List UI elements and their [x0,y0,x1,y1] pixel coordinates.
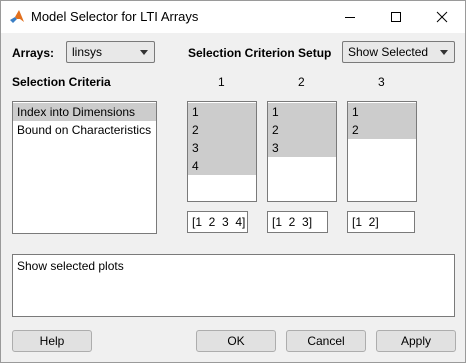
help-button[interactable]: Help [12,330,92,352]
model-selector-window: Model Selector for LTI Arrays Arrays: li… [0,0,466,363]
dimension-3-list[interactable]: 1 2 [347,101,417,202]
selection-criteria-list[interactable]: Index into Dimensions Bound on Character… [12,101,157,234]
maximize-icon [391,12,401,22]
selection-criteria-header: Selection Criteria [12,75,111,89]
list-item[interactable]: 4 [188,157,256,175]
dimension-1-list[interactable]: 1 2 3 4 [187,101,257,202]
matlab-logo-icon [10,10,24,23]
setup-label: Selection Criterion Setup [188,46,332,60]
list-item[interactable]: Bound on Characteristics [13,121,156,139]
list-item[interactable]: 1 [268,103,336,121]
list-item[interactable]: 1 [188,103,256,121]
list-item[interactable]: 2 [348,121,416,139]
dimension-1-header: 1 [218,75,225,89]
dimension-3-expression-input[interactable]: [1 2] [347,211,415,233]
setup-dropdown[interactable]: Show Selected [342,41,455,63]
dimension-2-expression-input[interactable]: [1 2 3] [267,211,328,233]
chevron-down-icon [140,50,148,55]
arrays-dropdown[interactable]: linsys [66,41,155,63]
arrays-label: Arrays: [12,46,55,60]
close-icon [436,11,448,23]
chevron-down-icon [440,50,448,55]
title-bar[interactable]: Model Selector for LTI Arrays [1,1,465,33]
close-button[interactable] [419,1,465,33]
list-item[interactable]: 3 [188,139,256,157]
apply-button[interactable]: Apply [376,330,456,352]
dimension-1-expression-input[interactable]: [1 2 3 4] [187,211,248,233]
status-text-box: Show selected plots [12,254,455,317]
status-text: Show selected plots [17,259,124,273]
minimize-icon [345,17,355,18]
maximize-button[interactable] [373,1,419,33]
ok-button[interactable]: OK [196,330,276,352]
arrays-selected-value: linsys [72,45,103,59]
list-item[interactable]: 1 [348,103,416,121]
list-item[interactable]: 3 [268,139,336,157]
window-title: Model Selector for LTI Arrays [31,9,199,24]
list-item[interactable]: Index into Dimensions [13,103,156,121]
cancel-button[interactable]: Cancel [286,330,366,352]
setup-selected-value: Show Selected [348,45,429,59]
dimension-2-header: 2 [298,75,305,89]
list-item[interactable]: 2 [268,121,336,139]
dimension-2-list[interactable]: 1 2 3 [267,101,337,202]
dimension-3-header: 3 [378,75,385,89]
list-item[interactable]: 2 [188,121,256,139]
minimize-button[interactable] [327,1,373,33]
